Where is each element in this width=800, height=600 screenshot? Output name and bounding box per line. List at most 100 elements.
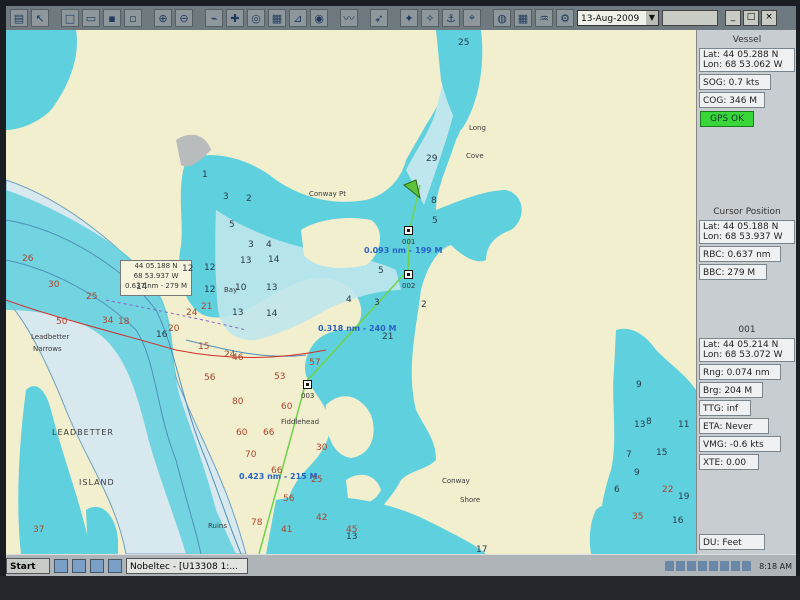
depth-sounding: 57: [309, 358, 321, 368]
desktop-icon[interactable]: [54, 559, 68, 573]
explorer-icon[interactable]: [90, 559, 104, 573]
depth-sounding: 29: [426, 154, 438, 164]
depth-sounding: 5: [432, 216, 438, 226]
depth-units: DU: Feet: [699, 534, 765, 550]
waypoint-position: Lat: 44 05.214 N Lon: 68 53.072 W: [699, 338, 795, 362]
tray-icon[interactable]: [676, 561, 686, 571]
tray-icon[interactable]: [709, 561, 719, 571]
depth-sounding: 30: [316, 443, 328, 453]
settings-icon[interactable]: ⚙: [556, 9, 574, 27]
tray-icon[interactable]: [742, 561, 752, 571]
start-button[interactable]: Start: [6, 558, 50, 574]
cursor-position: Lat: 44 05.188 N Lon: 68 53.937 W: [699, 220, 795, 244]
depth-sounding: 15: [198, 342, 210, 352]
depth-sounding: 15: [656, 448, 668, 458]
anchor-icon[interactable]: ⚓: [442, 9, 460, 27]
mark-icon[interactable]: ✚: [226, 9, 244, 27]
depth-sounding: 56: [283, 494, 295, 504]
depth-sounding: 21: [382, 332, 394, 342]
depth-sounding: 34: [102, 316, 114, 326]
nautical-chart[interactable]: Long Cove Conway Pt Leadbetter Narrows L…: [6, 30, 696, 554]
place-label-conway: Conway: [442, 477, 470, 485]
cursor-rbc: RBC: 0.637 nm: [699, 246, 781, 262]
file-icon[interactable]: ▤: [10, 9, 28, 27]
depth-sounding: 10: [235, 283, 247, 293]
date-selector[interactable]: 13-Aug-2009 ▼: [577, 10, 659, 26]
tray-icon[interactable]: [698, 561, 708, 571]
waypoint-xte: XTE: 0.00: [699, 454, 759, 470]
info-icon[interactable]: ◍: [493, 9, 511, 27]
range-icon[interactable]: ◎: [247, 9, 265, 27]
tray-icon[interactable]: [731, 561, 741, 571]
route-leg-label: 0.093 nm - 199 M: [364, 246, 443, 255]
depth-sounding: 2: [246, 194, 252, 204]
depth-sounding: 35: [632, 512, 644, 522]
grid-icon[interactable]: ▦: [514, 9, 532, 27]
tray-icon[interactable]: [665, 561, 675, 571]
waypoint-marker[interactable]: [303, 380, 312, 389]
depth-sounding: 1: [202, 170, 208, 180]
depth-sounding: 12: [204, 263, 216, 273]
waypoint-icon[interactable]: ✦: [400, 9, 418, 27]
depth-sounding: 3: [374, 298, 380, 308]
vessel-section: Vessel Lat: 44 05.288 N Lon: 68 53.062 W…: [697, 34, 796, 130]
tide-icon[interactable]: ♒: [535, 9, 553, 27]
new-icon[interactable]: □: [61, 9, 79, 27]
taskbar: Start Nobeltec - [U13308 1:... 8:18 AM: [6, 554, 796, 576]
chart-water-shapes: [6, 30, 696, 554]
navigate-icon[interactable]: ✧: [421, 9, 439, 27]
depth-sounding: 12: [204, 285, 216, 295]
pointer-icon[interactable]: ↖: [31, 9, 49, 27]
print-icon[interactable]: ▫: [124, 9, 142, 27]
waypoint-marker[interactable]: [404, 270, 413, 279]
tooltip-lon: 68 53.937 W: [133, 272, 179, 280]
info-panel: Vessel Lat: 44 05.288 N Lon: 68 53.062 W…: [696, 30, 796, 554]
depth-sounding: 14: [136, 282, 148, 292]
globe-icon[interactable]: ◉: [310, 9, 328, 27]
depth-sounding: 78: [251, 518, 263, 528]
maximize-icon[interactable]: □: [743, 10, 759, 26]
target-icon[interactable]: ⌖: [463, 9, 481, 27]
tooltip-lat: 44 05.188 N: [134, 262, 178, 270]
cursor-title: Cursor Position: [713, 207, 781, 217]
minimize-icon[interactable]: _: [725, 10, 741, 26]
depth-sounding: 7: [626, 450, 632, 460]
depth-sounding: 3: [248, 240, 254, 250]
depth-sounding: 25: [311, 475, 323, 485]
vessel-lon: Lon: 68 53.062 W: [703, 60, 783, 70]
chevron-down-icon[interactable]: ▼: [646, 11, 658, 25]
taskbar-window-button[interactable]: Nobeltec - [U13308 1:...: [126, 558, 248, 574]
depth-sounding: 14: [266, 309, 278, 319]
depth-sounding: 13: [266, 283, 278, 293]
depth-sounding: 9: [636, 380, 642, 390]
close-icon[interactable]: ×: [761, 10, 777, 26]
waypoint-marker[interactable]: [404, 226, 413, 235]
waypoint-range: Rng: 0.074 nm: [699, 364, 781, 380]
depth-sounding: 25: [458, 38, 470, 48]
date-value: 13-Aug-2009: [581, 14, 640, 24]
browser-icon[interactable]: [72, 559, 86, 573]
save-icon[interactable]: ▪: [103, 9, 121, 27]
place-label-fiddlehead: Fiddlehead: [281, 418, 320, 426]
toolbar: ▤ ↖ □ ▭ ▪ ▫ ⊕ ⊖ ⌁ ✚ ◎ ▦ ⊿ ◉ 〰 ➶ ✦ ✧ ⚓ ⌖ …: [6, 6, 796, 30]
layers-icon[interactable]: ▦: [268, 9, 286, 27]
zoom-in-icon[interactable]: ⊕: [154, 9, 172, 27]
track-icon[interactable]: 〰: [340, 9, 358, 27]
zoom-out-icon[interactable]: ⊖: [175, 9, 193, 27]
depth-sounding: 24: [224, 350, 236, 360]
depth-sounding: 4: [346, 295, 352, 305]
tray-icon[interactable]: [720, 561, 730, 571]
app-icon[interactable]: [108, 559, 122, 573]
depth-sounding: 56: [204, 373, 216, 383]
ruler-icon[interactable]: ⊿: [289, 9, 307, 27]
tray-icon[interactable]: [687, 561, 697, 571]
depth-sounding: 66: [271, 466, 283, 476]
depth-sounding: 11: [678, 420, 690, 430]
tooltip-range-bearing: 0.637 nm - 279 M: [124, 282, 188, 290]
time-selector[interactable]: [662, 10, 718, 26]
vessel-icon[interactable]: ➶: [370, 9, 388, 27]
waypoint-ttg: TTG: inf: [699, 400, 751, 416]
open-icon[interactable]: ▭: [82, 9, 100, 27]
route-icon[interactable]: ⌁: [205, 9, 223, 27]
place-label-leadbetter-narrows: Leadbetter: [31, 333, 70, 341]
